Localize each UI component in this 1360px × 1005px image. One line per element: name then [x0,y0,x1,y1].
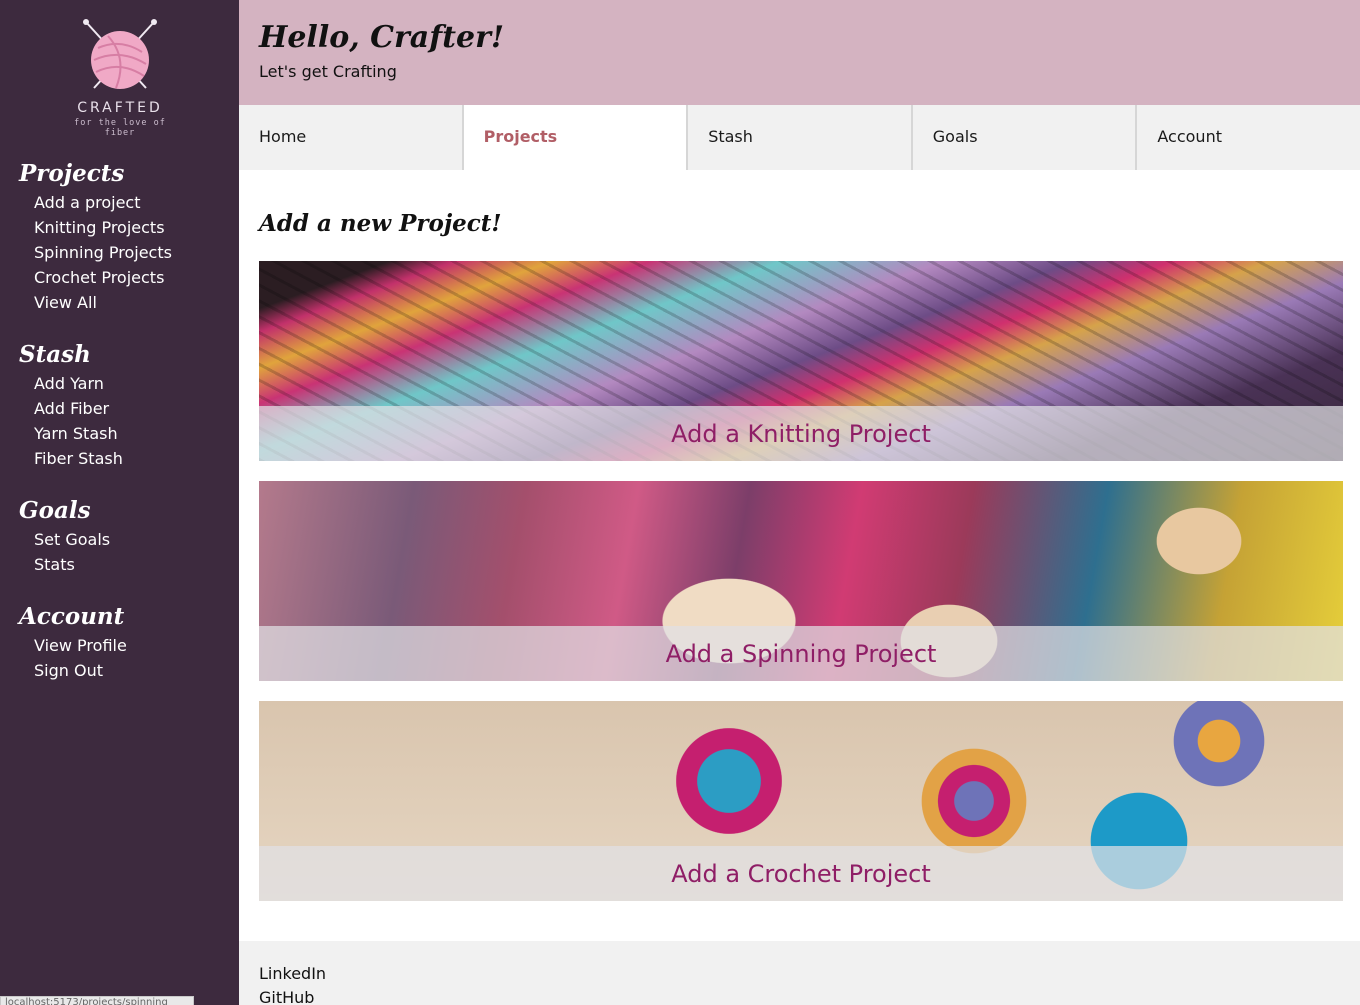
sidebar-item-add-project[interactable]: Add a project [34,190,172,215]
greeting-title: Hello, Crafter! [259,20,505,55]
sidebar-item-set-goals[interactable]: Set Goals [34,527,110,552]
card-label: Add a Knitting Project [671,419,931,448]
sidebar-item-crochet-projects[interactable]: Crochet Projects [34,265,172,290]
sidebar-item-spinning-projects[interactable]: Spinning Projects [34,240,172,265]
yarn-ball-icon [83,19,157,89]
logo-tagline: for the love of fiber [74,118,166,138]
sidebar-item-fiber-stash[interactable]: Fiber Stash [34,446,123,471]
tab-account[interactable]: Account [1135,105,1360,170]
nav-tabs: Home Projects Stash Goals Account [239,105,1360,170]
tab-goals[interactable]: Goals [910,105,1136,170]
footer-link-github[interactable]: GitHub [259,988,314,1005]
sidebar-item-view-profile[interactable]: View Profile [34,633,127,658]
sidebar-item-sign-out[interactable]: Sign Out [34,658,127,683]
sidebar: CRAFTED for the love of fiber Projects A… [0,0,239,1005]
sidebar-item-yarn-stash[interactable]: Yarn Stash [34,421,123,446]
sidebar-heading-projects: Projects [19,160,125,187]
sidebar-section-goals: Goals Set Goals Stats [19,497,110,577]
sidebar-heading-stash: Stash [19,341,91,368]
page-title: Add a new Project! [259,210,502,237]
card-label: Add a Spinning Project [665,639,937,668]
sidebar-item-view-all[interactable]: View All [34,290,172,315]
add-spinning-project-card[interactable]: Add a Spinning Project [259,481,1343,681]
card-caption-band: Add a Crochet Project [259,846,1343,901]
tab-stash[interactable]: Stash [686,105,911,170]
sidebar-heading-goals: Goals [19,497,91,524]
add-crochet-project-card[interactable]: Add a Crochet Project [259,701,1343,901]
tab-home[interactable]: Home [239,105,462,170]
tab-projects[interactable]: Projects [461,105,687,170]
footer-link-linkedin[interactable]: LinkedIn [259,964,326,983]
sidebar-section-projects: Projects Add a project Knitting Projects… [19,160,172,315]
sidebar-item-add-yarn[interactable]: Add Yarn [34,371,123,396]
card-label: Add a Crochet Project [671,859,931,888]
status-bar-url: localhost:5173/projects/spinning [0,996,194,1005]
card-caption-band: Add a Spinning Project [259,626,1343,681]
page-footer: LinkedIn GitHub [239,941,1360,1005]
logo-name: CRAFTED [77,100,163,116]
sidebar-item-stats[interactable]: Stats [34,552,110,577]
sidebar-heading-account: Account [19,603,125,630]
page-header: Hello, Crafter! Let's get Crafting [239,0,1360,105]
sidebar-item-knitting-projects[interactable]: Knitting Projects [34,215,172,240]
sidebar-section-stash: Stash Add Yarn Add Fiber Yarn Stash Fibe… [19,341,123,471]
add-knitting-project-card[interactable]: Add a Knitting Project [259,261,1343,461]
sidebar-section-account: Account View Profile Sign Out [19,603,127,683]
card-caption-band: Add a Knitting Project [259,406,1343,461]
sidebar-item-add-fiber[interactable]: Add Fiber [34,396,123,421]
crafted-logo[interactable]: CRAFTED for the love of fiber [60,18,180,138]
greeting-subtitle: Let's get Crafting [259,62,397,81]
